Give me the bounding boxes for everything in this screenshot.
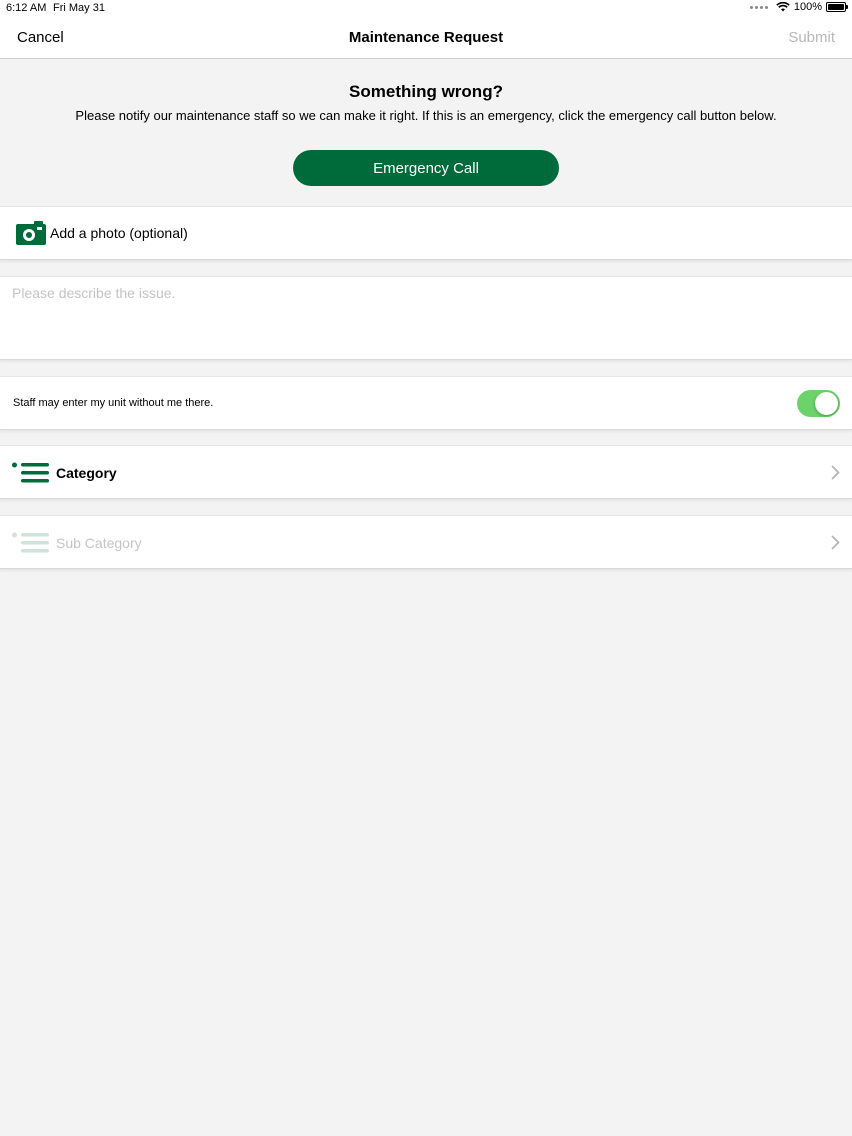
cellular-dots-icon [749, 5, 768, 9]
emergency-call-button[interactable]: Emergency Call [293, 150, 559, 186]
wifi-icon [776, 2, 790, 12]
camera-icon [16, 221, 46, 245]
intro-heading: Something wrong? [349, 82, 503, 101]
issue-description-input[interactable] [0, 277, 852, 359]
add-photo-label: Add a photo (optional) [50, 225, 188, 241]
status-date: Fri May 31 [53, 2, 105, 14]
status-time: 6:12 AM [6, 2, 47, 14]
entry-permission-label: Staff may enter my unit without me there… [13, 397, 214, 409]
intro-message: Please notify our maintenance staff so w… [75, 108, 777, 123]
add-photo-row[interactable]: Add a photo (optional) [0, 206, 852, 260]
submit-button[interactable]: Submit [788, 29, 835, 46]
category-label: Category [56, 465, 117, 481]
battery-percent: 100% [793, 1, 822, 13]
entry-permission-toggle[interactable] [797, 390, 840, 417]
page-title: Maintenance Request [348, 29, 504, 46]
category-row[interactable]: Category [0, 445, 852, 499]
description-card [0, 276, 852, 360]
chevron-right-icon [831, 535, 840, 550]
battery-icon [826, 2, 848, 12]
toggle-knob [815, 392, 838, 415]
chevron-right-icon [831, 465, 840, 480]
sub-category-label: Sub Category [56, 535, 142, 551]
navigation-bar: Cancel Maintenance Request Submit [0, 18, 852, 59]
sub-category-row[interactable]: Sub Category [0, 515, 852, 569]
status-bar: 6:12 AM Fri May 31 100% [0, 0, 852, 18]
entry-permission-row: Staff may enter my unit without me there… [0, 376, 852, 430]
list-icon [12, 462, 49, 483]
intro-section: Something wrong? Please notify our maint… [0, 59, 852, 205]
status-right: 100% [749, 1, 848, 13]
list-icon [12, 532, 49, 553]
